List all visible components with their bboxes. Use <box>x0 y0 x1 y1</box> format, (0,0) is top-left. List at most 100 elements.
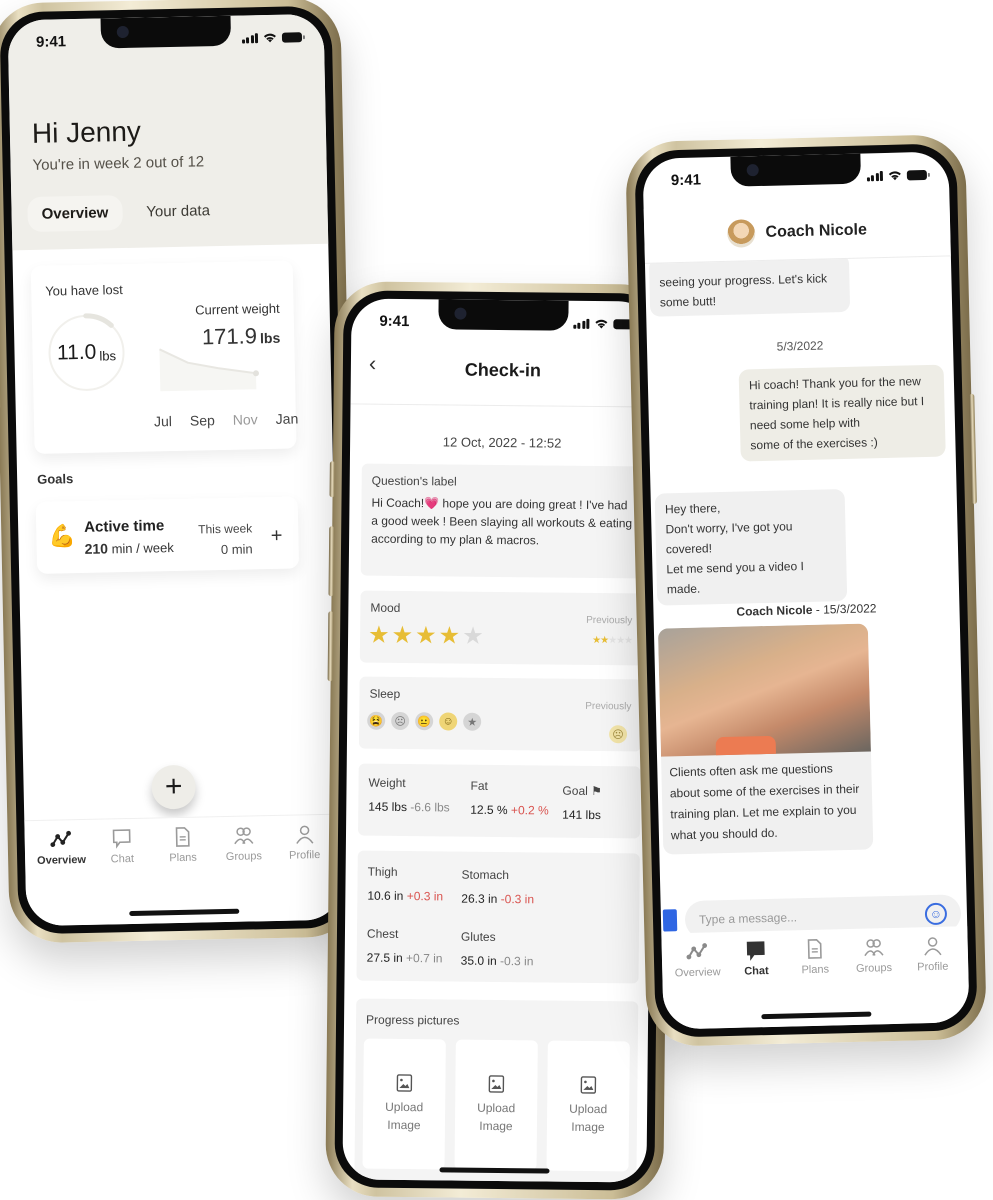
measurements-box: Thigh 10.6 in +0.3 in Stomach 26.3 in -0… <box>356 850 640 984</box>
coach-name: Coach Nicole <box>765 221 868 241</box>
message-bubble-incoming: seeing your progress. Let's kick some but… <box>648 253 851 317</box>
coach-avatar[interactable] <box>727 219 756 248</box>
question-label: Question's label <box>371 473 457 489</box>
nav-groups[interactable]: Groups <box>217 824 270 863</box>
flag-icon: ⚑ <box>591 783 603 799</box>
progress-pictures-label: Progress pictures <box>365 1012 460 1028</box>
sleep-box: Sleep 😫 ☹ 😐 ☺ ★ Previously ☹ <box>358 676 642 752</box>
add-button[interactable]: + <box>151 764 197 810</box>
nav-plans[interactable]: Plans <box>156 825 209 864</box>
upload-image-button[interactable]: Upload Image <box>454 1039 538 1171</box>
notch <box>438 299 569 331</box>
battery-icon <box>906 169 928 181</box>
flexed-biceps-icon: 💪 <box>48 523 77 549</box>
groups-icon <box>233 827 254 845</box>
goal-stat: Goal ⚑ 141 lbs <box>562 783 603 823</box>
volume-down-button <box>327 611 334 682</box>
star-icon[interactable]: ★ <box>368 621 390 650</box>
trend-icon <box>50 830 72 848</box>
goal-title: Active time <box>84 517 165 536</box>
star-icon[interactable]: ★ <box>415 621 437 650</box>
message-bubble-incoming: Hey there, Don't worry, I've got you cove… <box>654 489 848 606</box>
previously-label: Previously <box>586 614 633 627</box>
nav-profile[interactable]: Profile <box>906 934 959 973</box>
battery-icon <box>281 32 303 43</box>
upload-image-button[interactable]: Upload Image <box>362 1038 446 1170</box>
month-axis: Jul Sep Nov Jan <box>154 410 299 429</box>
status-time: 9:41 <box>670 171 702 190</box>
current-weight-label: Current weight <box>194 300 280 318</box>
star-icon: ★ <box>608 635 617 647</box>
star-icon: ★ <box>600 635 609 647</box>
page-title: Check-in <box>464 359 541 381</box>
chat-header: Coach Nicole <box>643 201 951 264</box>
month-label: Nov <box>232 411 258 428</box>
week-progress-subtitle: You're in week 2 out of 12 <box>32 153 205 174</box>
nav-groups[interactable]: Groups <box>847 936 900 975</box>
groups-icon <box>864 939 884 957</box>
month-label: Sep <box>189 412 215 429</box>
previous-mood-rating: ★★★★★ <box>592 635 632 646</box>
notch <box>100 15 232 49</box>
sleep-face-icon[interactable]: ☺ <box>439 712 458 731</box>
weight-lost-value: 11.0 lbs <box>56 340 117 365</box>
this-week-label: This week <box>198 521 253 537</box>
phone-overview: 9:41 Hi Jenny You're in week 2 out of 12… <box>0 0 360 944</box>
body-stats-box: Weight 145 lbs -6.6 lbs Fat 12.5 % +0.2 … <box>357 763 641 839</box>
wifi-icon <box>263 33 276 43</box>
sleep-face-icon[interactable]: 😫 <box>367 711 386 730</box>
power-button <box>969 393 977 504</box>
volume-down-button <box>0 338 1 409</box>
signal-icon <box>241 33 259 44</box>
add-goal-progress-button[interactable]: + <box>270 525 282 548</box>
goal-card-active-time[interactable]: 💪 Active time 210 min / week This week 0… <box>35 496 300 574</box>
profile-icon <box>295 825 314 844</box>
weight-summary-card[interactable]: You have lost 11.0 lbs Current weight 171… <box>30 260 299 454</box>
measurement-item: Thigh 10.6 in +0.3 in <box>367 864 444 904</box>
video-thumbnail[interactable] <box>657 623 871 757</box>
image-icon <box>396 1074 413 1092</box>
tab-your-data[interactable]: Your data <box>132 193 224 230</box>
sleep-face-icon[interactable]: 😐 <box>415 712 434 731</box>
this-week-value: 0 min <box>220 541 253 558</box>
overview-screen: 9:41 Hi Jenny You're in week 2 out of 12… <box>7 13 343 927</box>
nav-overview[interactable]: Overview <box>35 828 88 867</box>
sleep-face-icon[interactable]: ★ <box>463 712 482 731</box>
previously-label: Previously <box>585 700 632 713</box>
profile-icon <box>923 937 942 956</box>
sleep-face-icon[interactable]: ☹ <box>391 711 410 731</box>
month-label: Jan <box>275 410 299 427</box>
nav-profile[interactable]: Profile <box>278 823 331 862</box>
goal-target: 210 min / week <box>84 540 174 557</box>
tab-overview[interactable]: Overview <box>27 195 123 233</box>
checkin-screen: 9:41 ‹ Check-in 12 Oct, 2022 - 12:52 Que… <box>342 298 656 1183</box>
overview-tabs: Overview Your data <box>27 193 224 233</box>
chat-screen: 9:41 Coach Nicole seeing your progress. … <box>642 151 970 1030</box>
emoji-icon[interactable]: ☺ <box>924 902 948 926</box>
attach-image-button[interactable] <box>662 909 678 932</box>
previous-sleep-face-icon: ☹ <box>608 725 628 744</box>
status-time: 9:41 <box>35 33 67 51</box>
star-icon[interactable]: ★ <box>391 621 413 650</box>
signal-icon <box>572 318 590 329</box>
nav-chat[interactable]: Chat <box>730 939 783 978</box>
nav-plans[interactable]: Plans <box>788 937 841 976</box>
nav-overview[interactable]: Overview <box>671 940 724 979</box>
upload-image-button[interactable]: Upload Image <box>546 1040 630 1172</box>
star-icon[interactable]: ★ <box>438 621 460 650</box>
star-icon: ★ <box>616 635 625 647</box>
mood-box: Mood ★ ★ ★ ★ ★ Previously ★★★★★ <box>359 590 643 666</box>
month-label: Jul <box>153 413 173 430</box>
measurement-item: Glutes 35.0 in -0.3 in <box>460 929 534 969</box>
greeting-title: Hi Jenny <box>31 115 142 149</box>
side-button <box>329 461 335 498</box>
mood-rating: ★ ★ ★ ★ ★ <box>368 621 484 651</box>
trend-icon <box>686 943 708 960</box>
nav-chat[interactable]: Chat <box>96 827 149 866</box>
volume-up-button <box>328 526 335 597</box>
checkin-date: 12 Oct, 2022 - 12:52 <box>442 434 562 451</box>
weight-stat: Weight 145 lbs -6.6 lbs <box>368 775 450 815</box>
star-icon[interactable]: ★ <box>462 622 484 651</box>
message-bubble-video[interactable]: Clients often ask me questions about some… <box>657 623 874 855</box>
document-icon <box>807 939 822 959</box>
